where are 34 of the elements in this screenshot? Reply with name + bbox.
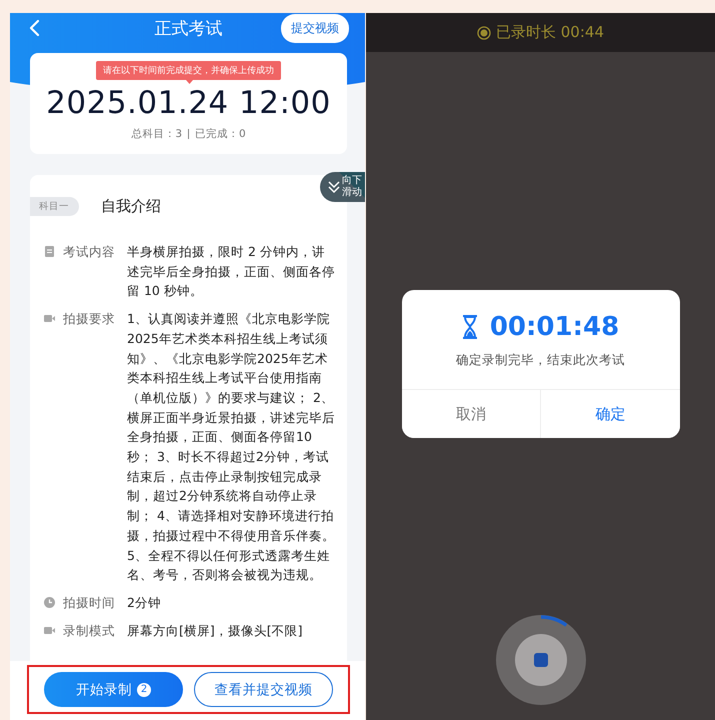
clock-icon [44, 596, 55, 608]
detail-label: 拍摄时间 [63, 594, 116, 612]
hourglass-icon [462, 315, 478, 339]
record-indicator-icon [477, 26, 491, 40]
page-title: 正式考试 [154, 18, 222, 40]
start-recording-button[interactable]: 开始录制 2 [44, 672, 183, 707]
detail-text: 1、认真阅读并遵照《北京电影学院2025年艺术类本科招生线上考试须知》、《北京电影学院2025年艺术类本科招生线上考试平台使用指南（单机位版）》的要求与建议； 2、横屏正面半身近景拍摄，讲述完毕后全身拍摄，正面、侧面各停留10秒； 3、时长不得超过2分钟，考试结束后，点击停止录制按钮完成录制，超过2分钟系统将自动停止录制； 4、请选择相对安静环境进行拍摄，拍摄过程中不得使用音乐伴奏。 5、全程不得以任何形式透露考生姓名、考号，否则将会被视为违规。 [127, 310, 336, 584]
scroll-hint[interactable]: 向下滑动 [320, 172, 365, 202]
double-chevron-icon [328, 180, 340, 194]
detail-label: 拍摄要求 [63, 310, 116, 328]
detail-text: 2分钟 [127, 594, 162, 612]
subject-title: 自我介绍 [101, 197, 161, 216]
video-camera-icon [44, 624, 55, 636]
document-icon [44, 246, 55, 257]
submit-video-button[interactable]: 提交视频 [281, 14, 349, 42]
scroll-hint-text: 向下滑动 [342, 175, 362, 199]
recorded-duration: 已录时长 00:44 [496, 23, 604, 42]
tooltip-pointer [186, 80, 192, 84]
detail-text: 半身横屏拍摄，限时 2 分钟内，讲述完毕后全身拍摄，正面、侧面各停留 10 秒钟。 [127, 243, 336, 300]
count-badge: 2 [137, 682, 151, 696]
detail-label: 考试内容 [63, 243, 116, 261]
detail-label: 录制模式 [63, 622, 116, 640]
subject-tag: 科目一 [30, 197, 79, 216]
completed-count: 已完成：0 [195, 127, 246, 141]
review-submit-button[interactable]: 查看并提交视频 [194, 672, 333, 707]
stop-record-button[interactable] [494, 614, 586, 706]
dialog-message: 确定录制完毕，结束此次考试 [456, 352, 625, 369]
detail-text: 屏幕方向[横屏]，摄像头[不限] [127, 622, 304, 640]
back-icon[interactable] [28, 19, 40, 37]
video-camera-icon [44, 313, 55, 324]
confirm-button[interactable]: 确定 [540, 390, 680, 438]
countdown-timer: 00:01:48 [490, 312, 620, 342]
deadline-time: 2025.01.24 12:00 [46, 85, 331, 121]
total-subjects: 总科目：3 [131, 127, 182, 141]
